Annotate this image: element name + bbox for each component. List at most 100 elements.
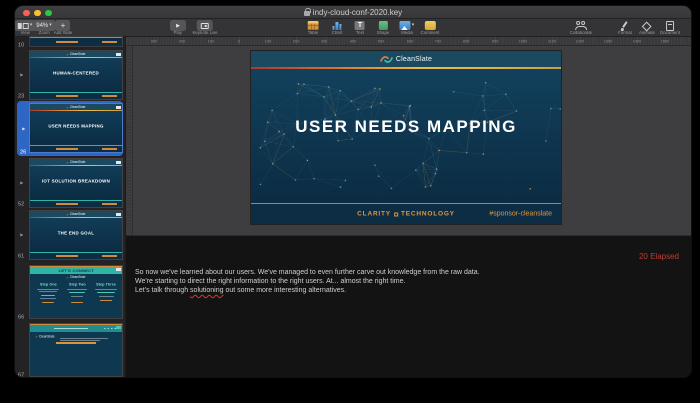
titlebar: indy-cloud-conf-2020.key — [15, 6, 691, 19]
comment-button[interactable]: Comment — [415, 20, 445, 38]
notes-line: We're starting to direct the right infor… — [135, 277, 585, 286]
ruler-tick-label: 100 — [208, 39, 214, 44]
chart-button[interactable]: Chart — [328, 20, 345, 38]
slide-title[interactable]: USER NEEDS MAPPING — [251, 117, 561, 137]
slide-row-sponsor-detail[interactable]: 67 CleanSlate — [15, 323, 125, 378]
document-title-text: indy-cloud-conf-2020.key — [313, 8, 402, 17]
slide-badge — [116, 268, 121, 272]
format-icon — [620, 21, 630, 31]
ruler-tick-label: 1000 — [519, 39, 528, 44]
slide-thumbnail[interactable]: LET'S CONNECT CleanSlate Step One Step T… — [30, 266, 122, 318]
document-title: indy-cloud-conf-2020.key — [304, 8, 402, 17]
ruler-tick-label: 400 — [350, 39, 356, 44]
shape-label: Shape — [377, 31, 390, 35]
cleanslate-logo-text: CleanSlate — [396, 56, 432, 63]
slide-row-iot-solution[interactable]: ▶ 52 CleanSlate IOT SOLUTION BREAKDOWN — [15, 158, 125, 208]
format-button[interactable]: Format — [614, 20, 636, 38]
thumb-logo-text: CleanSlate — [70, 105, 85, 108]
current-slide[interactable]: CleanSlate USER NEEDS MAPPING CLARITYTEC… — [251, 51, 561, 224]
slide-row-user-needs-mapping-selected[interactable]: ▶ 26 CleanSlate USER NEEDS MAPPING — [15, 101, 125, 156]
disclosure-triangle-icon[interactable]: ▶ — [20, 233, 23, 237]
add-slide-label: Add Slide — [54, 31, 73, 35]
add-slide-button[interactable]: + Add Slide — [48, 20, 78, 38]
ruler-tick-label: 1400 — [633, 39, 642, 44]
ruler-tick-label: 800 — [463, 39, 469, 44]
slide-badge — [116, 53, 121, 57]
slide-row-lets-connect[interactable]: 66 LET'S CONNECT CleanSlate Step One Ste… — [15, 265, 125, 321]
thumb-logo-text: CleanSlate — [70, 160, 85, 163]
keynote-live-icon — [201, 23, 209, 29]
slide-row-human-centered[interactable]: ▶ 23 CleanSlate HUMAN-CENTERED — [15, 50, 125, 100]
close-button[interactable] — [23, 10, 30, 17]
column-heading: Step Three — [96, 283, 116, 286]
animate-label: Animate — [639, 31, 655, 35]
ruler-tick-label: 200 — [179, 39, 185, 44]
presenter-notes-panel[interactable]: 20 Elapsed So now we've learned about ou… — [126, 235, 691, 377]
ruler-tick-label: 200 — [293, 39, 299, 44]
slide-body: USER NEEDS MAPPING — [251, 69, 561, 203]
cleanslate-logo-icon — [380, 55, 393, 64]
ruler-tick-label: 900 — [492, 39, 498, 44]
column-heading: Step Two — [69, 283, 86, 286]
keynote-live-label: Keynote Live — [192, 31, 217, 35]
horizontal-ruler: 3002001000100200300400500600700800900100… — [126, 37, 691, 46]
keynote-live-button[interactable]: Keynote Live — [185, 20, 225, 38]
slide-number: 52 — [18, 201, 24, 207]
ruler-tick-label: 300 — [321, 39, 327, 44]
slide-thumbnail[interactable]: CleanSlate IOT SOLUTION BREAKDOWN — [30, 159, 122, 207]
ruler-tick-label: 0 — [238, 39, 240, 44]
connect-column-1: Step One — [35, 282, 61, 315]
elapsed-time-badge: 20 Elapsed — [639, 252, 679, 261]
thumb-heading-bar — [56, 342, 96, 344]
table-label: Table — [308, 31, 318, 35]
fullscreen-button[interactable] — [45, 10, 52, 17]
minimize-button[interactable] — [34, 10, 41, 17]
thumb-logo-text: CleanSlate — [70, 276, 85, 279]
text-button[interactable]: T Text — [354, 20, 367, 38]
comment-icon — [425, 21, 436, 30]
slide-number: 66 — [18, 314, 24, 320]
slide-badge — [116, 213, 121, 217]
slide-number: 10 — [18, 42, 24, 48]
footer-left-text: CLARITYTECHNOLOGY — [357, 211, 455, 218]
text-icon: T — [355, 21, 365, 30]
format-label: Format — [618, 31, 632, 35]
disclosure-triangle-icon[interactable]: ▶ — [20, 73, 23, 77]
collaborate-button[interactable]: Collaborate — [563, 20, 599, 38]
chart-icon — [332, 21, 343, 30]
ruler-tick-label: 1300 — [604, 39, 613, 44]
media-label: Media — [401, 31, 413, 35]
shape-button[interactable]: Shape — [373, 20, 393, 38]
slide-thumbnail-selected[interactable]: CleanSlate USER NEEDS MAPPING — [30, 104, 122, 152]
slide-thumbnail[interactable]: CleanSlate HUMAN-CENTERED — [30, 51, 122, 99]
view-icon — [18, 20, 29, 31]
slide-thumbnail[interactable]: CleanSlate THE END GOAL — [30, 211, 122, 259]
plus-icon: + — [61, 22, 66, 30]
slide-canvas[interactable]: CleanSlate USER NEEDS MAPPING CLARITYTEC… — [126, 46, 691, 235]
collaborate-icon — [575, 21, 587, 30]
media-button[interactable]: ▾ Media — [397, 20, 416, 38]
slide-thumbnail[interactable]: CleanSlate — [30, 324, 122, 376]
slide-badge — [116, 161, 121, 165]
slide-number: 26 — [20, 149, 26, 155]
slide-number: 67 — [18, 372, 24, 378]
animate-icon — [642, 21, 652, 31]
thumb-logo-text: CleanSlate — [70, 212, 85, 215]
text-label: Text — [356, 31, 364, 35]
thumb-title: USER NEEDS MAPPING — [40, 124, 113, 129]
thumb-title-band — [30, 325, 122, 332]
square-logo-icon — [394, 212, 398, 216]
slide-row-partial[interactable]: 10 — [15, 37, 125, 49]
disclosure-triangle-icon[interactable]: ▶ — [20, 181, 23, 185]
view-button[interactable]: ▾ View — [15, 20, 36, 38]
table-button[interactable]: Table — [305, 20, 322, 38]
slide-row-end-goal[interactable]: ▶ 61 CleanSlate THE END GOAL — [15, 210, 125, 260]
disclosure-triangle-icon[interactable]: ▶ — [22, 127, 25, 131]
toolbar: ▾ View 94%▾ Zoom + Add Slide ▶ Play Keyn… — [15, 19, 691, 37]
play-button[interactable]: ▶ Play — [170, 20, 186, 38]
document-button[interactable]: Document — [654, 20, 686, 38]
slide-thumbnail-partial[interactable] — [30, 37, 122, 46]
presenter-notes-text[interactable]: So now we've learned about our users. We… — [135, 268, 585, 295]
ruler-tick-label: 1500 — [661, 39, 670, 44]
document-icon — [666, 21, 674, 31]
